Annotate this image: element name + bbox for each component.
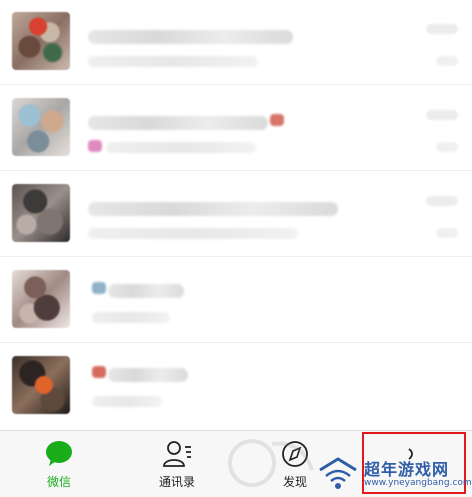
contact-name	[108, 284, 184, 298]
last-message	[92, 396, 162, 407]
tab-label: 微信	[46, 475, 71, 489]
me-icon	[408, 448, 413, 460]
mute-indicator	[436, 228, 458, 238]
chat-row[interactable]	[0, 258, 472, 343]
contact-avatar	[12, 12, 70, 70]
tab-me[interactable]	[354, 431, 472, 497]
chat-row[interactable]	[0, 344, 472, 428]
contact-avatar	[12, 98, 70, 156]
contact-avatar	[12, 270, 70, 328]
contact-name	[88, 202, 338, 216]
message-time	[426, 24, 458, 34]
emoji-marker	[92, 282, 106, 294]
contact-name	[88, 116, 268, 130]
chat-bubble-icon	[46, 441, 72, 466]
emoji-marker	[88, 140, 102, 152]
tab-label: 通讯录	[158, 475, 195, 489]
bottom-tab-bar: 微信 通讯录 发现	[0, 430, 472, 497]
mute-indicator	[436, 56, 458, 66]
tab-contacts[interactable]: 通讯录	[118, 431, 236, 497]
compass-icon	[282, 441, 308, 467]
emoji-marker	[92, 366, 106, 378]
contact-avatar	[12, 356, 70, 414]
contact-name	[108, 368, 188, 382]
tab-discover[interactable]: 发现	[236, 431, 354, 497]
emoji-marker	[270, 114, 284, 126]
contact-avatar	[12, 184, 70, 242]
mute-indicator	[436, 142, 458, 152]
chat-row[interactable]	[0, 0, 472, 85]
last-message	[88, 228, 298, 239]
contact-name	[88, 30, 293, 44]
tab-chats[interactable]: 微信	[0, 431, 118, 497]
contacts-icon	[163, 441, 191, 467]
message-time	[426, 196, 458, 206]
chat-row[interactable]	[0, 172, 472, 257]
last-message	[92, 312, 170, 323]
last-message	[88, 56, 258, 67]
chat-list	[0, 0, 472, 430]
last-message	[106, 142, 256, 153]
chat-row[interactable]	[0, 86, 472, 171]
tab-label: 发现	[282, 475, 307, 489]
message-time	[426, 110, 458, 120]
